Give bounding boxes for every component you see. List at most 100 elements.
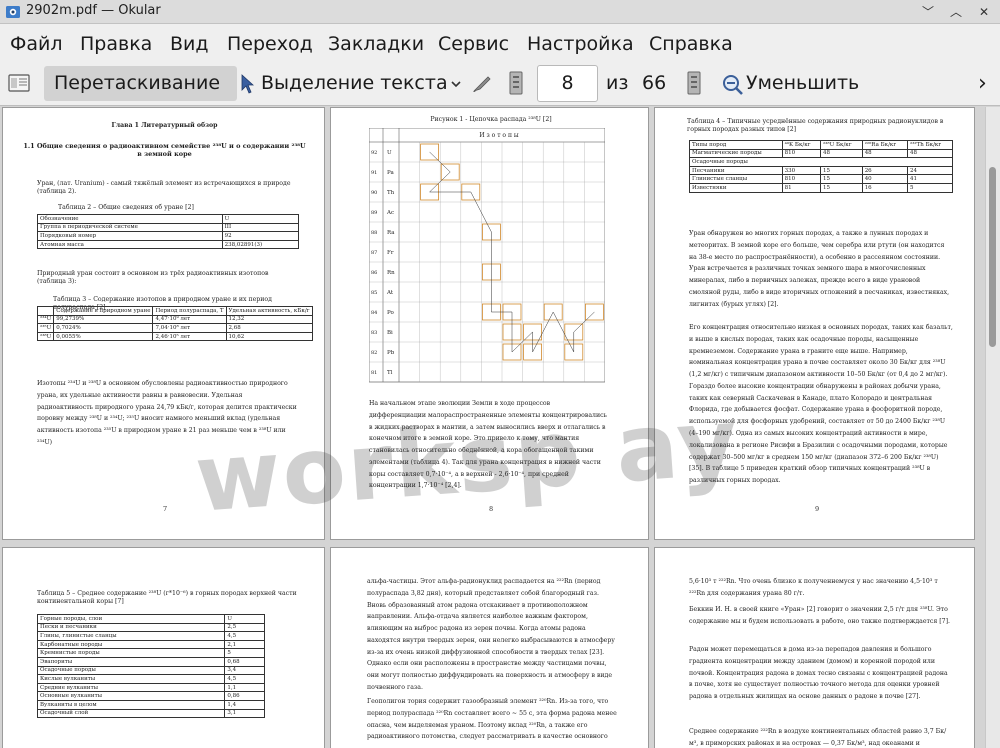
page-total-label: 66 xyxy=(642,72,667,94)
window-title: 2902m.pdf — Okular xyxy=(26,3,161,18)
table-cell: 4,5 xyxy=(224,631,265,641)
zoom-out-button[interactable]: Уменьшить xyxy=(746,66,859,101)
nuclide-cell xyxy=(584,303,604,321)
minimize-button[interactable]: ﹀ xyxy=(918,2,938,22)
table-cell: Обозначение xyxy=(37,214,223,224)
maximize-button[interactable]: ︿ xyxy=(946,2,966,22)
atomic-number-label: 85 xyxy=(371,290,377,296)
menu-bookmarks[interactable]: Закладки xyxy=(328,33,424,55)
zoom-out-icon[interactable] xyxy=(722,74,744,96)
table-cell: 810 xyxy=(781,148,821,159)
table-cell: 0,0055% xyxy=(53,331,154,342)
table-caption: Таблица 2 – Общие сведения об уране [2] xyxy=(58,204,194,211)
table-cell: 1,4 xyxy=(224,699,265,710)
chevron-down-icon[interactable] xyxy=(450,78,462,90)
table-header-cell: Типы пород xyxy=(689,140,783,150)
element-label: Ra xyxy=(387,230,395,236)
table-cell: 81 xyxy=(781,182,821,193)
table-cell: Песчаники xyxy=(689,165,783,176)
table-cell: 238,02891(3) xyxy=(221,239,300,250)
table-cell: 5 xyxy=(907,182,953,193)
table-cell: 3,4 xyxy=(224,665,265,676)
paragraph: Его концентрация относительно низкая в о… xyxy=(689,324,953,485)
menu-tools[interactable]: Сервис xyxy=(438,33,509,55)
atomic-number-label: 84 xyxy=(371,310,377,316)
table-cell: Осадочные породы xyxy=(36,665,226,676)
menu-bar: Файл Правка Вид Переход Закладки Сервис … xyxy=(0,24,1000,62)
okular-app-icon xyxy=(6,6,20,18)
table-header-cell: ⁴⁰K Бк/кг xyxy=(781,140,821,150)
previous-page-icon[interactable] xyxy=(508,70,524,96)
table-cell: 4,47·10⁹ лет xyxy=(152,314,227,325)
vertical-scrollbar[interactable] xyxy=(985,107,1000,748)
scrollbar-thumb[interactable] xyxy=(989,167,996,347)
element-label: U xyxy=(387,150,392,156)
table-cell: Основные вулканиты xyxy=(36,691,226,701)
table-cell: Средние вулканиты xyxy=(36,682,226,693)
table-cell: 48 xyxy=(907,148,953,159)
text-select-button[interactable]: Выделение текста xyxy=(261,66,448,101)
paragraph: Геополигон тория содержит газообразный э… xyxy=(367,698,617,741)
table-cell: Кремнистые породы xyxy=(36,648,226,658)
menu-view[interactable]: Вид xyxy=(170,33,209,55)
element-label: Ac xyxy=(386,210,394,216)
menu-settings[interactable]: Настройка xyxy=(527,33,634,55)
table-cell: 15 xyxy=(819,174,863,184)
close-button[interactable]: ✕ xyxy=(974,2,994,22)
table-cell: 26 xyxy=(861,165,909,176)
next-page-icon[interactable] xyxy=(686,70,702,96)
menu-file[interactable]: Файл xyxy=(10,33,63,55)
element-label: Bi xyxy=(387,330,393,336)
element-label: At xyxy=(386,290,394,296)
table-header-cell: Содержание в природном уране xyxy=(53,306,154,316)
page-9: Таблица 4 – Типичные усреднённые содержа… xyxy=(654,107,975,540)
atomic-number-label: 90 xyxy=(371,190,377,196)
menu-go[interactable]: Переход xyxy=(227,33,313,55)
table-cell: U xyxy=(224,614,265,624)
atomic-number-label: 88 xyxy=(371,230,377,236)
page-of-label: из xyxy=(606,72,629,94)
table-cell: III xyxy=(221,222,300,233)
paragraph: Среднее содержание ²²²Rn в воздухе конти… xyxy=(689,728,947,747)
table-cell: 12,32 xyxy=(225,314,313,325)
table-header-cell: ²²⁶Ra Бк/кг xyxy=(861,140,909,150)
table-cell: 48 xyxy=(861,148,909,159)
table-4: Типы пород ⁴⁰K Бк/кг ²³⁸U Бк/кг ²²⁶Ra Бк/кг… xyxy=(689,140,953,193)
paragraph: альфа-частицы. Этот альфа-радионуклид ра… xyxy=(367,578,615,692)
pan-tool-button[interactable]: Перетаскивание xyxy=(44,66,237,101)
table-caption: Таблица 4 – Типичные усреднённые содержа… xyxy=(687,118,944,133)
sidebar-toggle-icon[interactable] xyxy=(8,73,30,93)
table-cell: Кислые вулканиты xyxy=(36,674,226,684)
page-11: альфа-частицы. Этот альфа-радионуклид ра… xyxy=(330,547,649,748)
table-header-cell: ²³²Th Бк/кг xyxy=(907,140,953,150)
menu-help[interactable]: Справка xyxy=(649,33,733,55)
table-cell: 1,1 xyxy=(224,682,265,693)
document-viewport[interactable]: Глава 1 Литературный обзор 1.1 Общие све… xyxy=(0,107,985,748)
table-cell: 15 xyxy=(819,182,863,193)
table-cell: 2,68 xyxy=(225,323,313,333)
table-cell: 99,2739% xyxy=(53,314,154,325)
chapter-title: Глава 1 Литературный обзор xyxy=(111,122,218,129)
page-7: Глава 1 Литературный обзор 1.1 Общие све… xyxy=(2,107,325,540)
diagram-header: И з о т о п ы xyxy=(479,132,518,139)
annotate-pen-icon[interactable] xyxy=(470,71,494,95)
element-label: Fr xyxy=(387,250,394,256)
table-cell: 40 xyxy=(861,174,909,184)
menu-edit[interactable]: Правка xyxy=(80,33,152,55)
page-number: 8 xyxy=(489,505,494,513)
decay-chain-diagram: И з о т о п ы 92 U 91 Pa 90 Th 89 Ac 88 Ra 87 Fr 86 Rn… xyxy=(369,128,605,383)
table-cell: 0,86 xyxy=(224,691,265,701)
table-cell: 41 xyxy=(907,174,953,184)
toolbar-overflow-button[interactable]: › xyxy=(978,66,987,101)
atomic-number-label: 89 xyxy=(371,210,377,216)
atomic-number-label: 81 xyxy=(371,370,377,376)
page-number-input[interactable]: 8 xyxy=(537,65,598,102)
table-5: Горные породы, слои U Пески и песчаники 2,… xyxy=(36,614,265,719)
table-cell: ²³⁵U xyxy=(36,323,55,333)
table-cell: 16 xyxy=(861,182,909,193)
element-label: Po xyxy=(387,310,394,316)
atomic-number-label: 92 xyxy=(371,150,377,156)
paragraph: Уран обнаружен во многих горных породах,… xyxy=(689,230,950,308)
table-3: Содержание в природном уране Период полур… xyxy=(36,306,313,342)
element-label: Pb xyxy=(387,350,395,356)
